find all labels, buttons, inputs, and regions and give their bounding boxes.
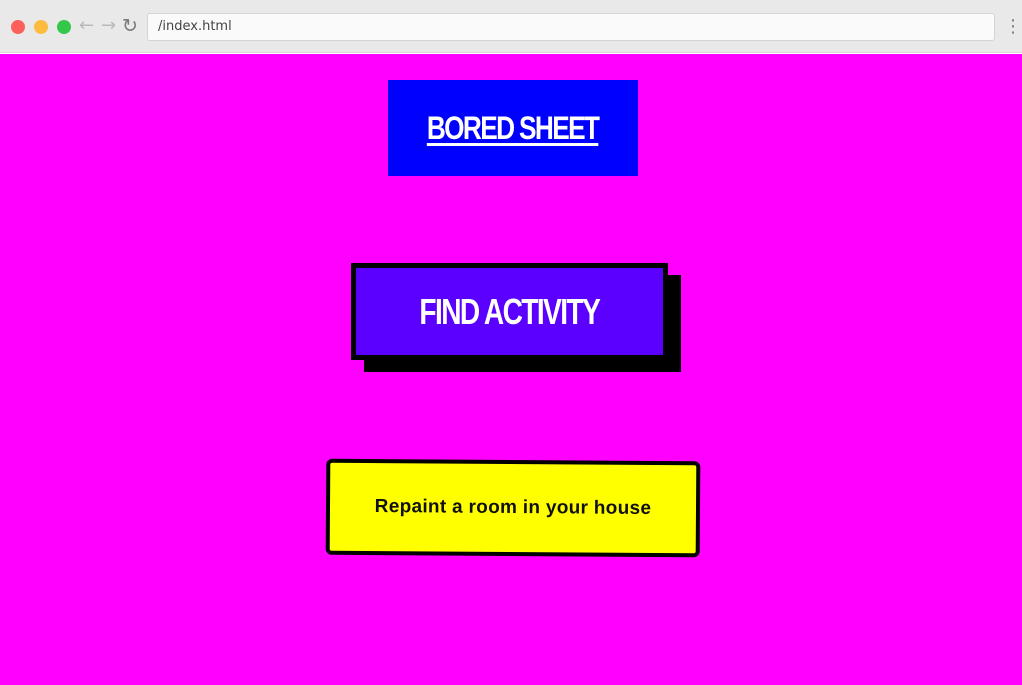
- address-bar[interactable]: /index.html: [147, 13, 995, 41]
- more-vertical-icon[interactable]: ⋮: [1004, 15, 1022, 39]
- maximize-window-button[interactable]: [57, 20, 71, 34]
- find-activity-label: FIND ACTIVITY: [419, 290, 601, 332]
- activity-card: Repaint a room in your house: [325, 458, 701, 558]
- reload-icon[interactable]: ↻: [122, 15, 138, 37]
- browser-chrome: ← → ↻ /index.html ⋮: [0, 0, 1022, 53]
- activity-text: Repaint a room in your house: [374, 496, 652, 519]
- title-box: BORED SHEET: [388, 80, 638, 176]
- find-activity-button[interactable]: FIND ACTIVITY: [351, 263, 668, 360]
- arrow-left-icon[interactable]: ←: [79, 15, 94, 37]
- arrow-right-icon[interactable]: →: [101, 15, 116, 37]
- page-title-link[interactable]: BORED SHEET: [427, 110, 600, 147]
- close-window-button[interactable]: [11, 20, 25, 34]
- page-viewport: BORED SHEET FIND ACTIVITY Repaint a room…: [0, 54, 1022, 685]
- minimize-window-button[interactable]: [34, 20, 48, 34]
